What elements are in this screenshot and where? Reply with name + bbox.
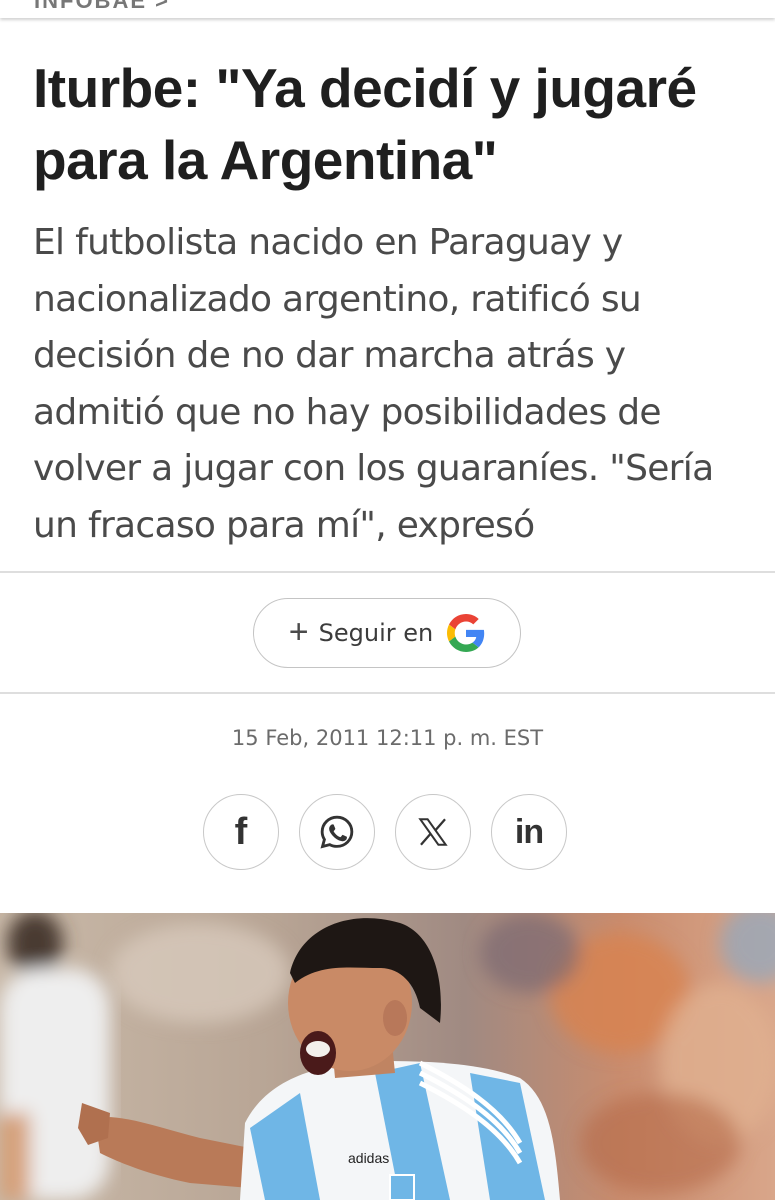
share-linkedin-button[interactable]: in	[491, 794, 567, 870]
follow-google-button[interactable]: + Seguir en	[253, 598, 521, 668]
share-facebook-button[interactable]: f	[203, 794, 279, 870]
section-label[interactable]: INFOBAE >	[34, 0, 170, 14]
top-nav-bar: INFOBAE >	[0, 0, 775, 18]
plus-icon: +	[288, 612, 309, 651]
hero-photo-illustration: adidas	[0, 913, 775, 1200]
whatsapp-icon	[320, 815, 354, 849]
article-subtitle: El futbolista nacido en Paraguay y nacio…	[33, 222, 714, 546]
share-buttons: f in	[203, 794, 573, 872]
google-g-icon	[447, 614, 485, 652]
article-title: Iturbe: "Ya decidí y jugaré para la Arge…	[33, 57, 697, 191]
share-x-button[interactable]	[395, 794, 471, 870]
publish-date: 15 Feb, 2011 12:11 p. m. EST	[231, 726, 544, 750]
divider-bottom	[0, 692, 775, 694]
linkedin-icon: in	[514, 813, 544, 851]
follow-label: Seguir en	[318, 619, 434, 647]
x-icon	[418, 818, 448, 846]
hero-image: adidas	[0, 913, 775, 1200]
facebook-icon: f	[234, 811, 248, 853]
share-whatsapp-button[interactable]	[299, 794, 375, 870]
jersey-brand-text: adidas	[348, 1150, 389, 1166]
divider-top	[0, 571, 775, 573]
